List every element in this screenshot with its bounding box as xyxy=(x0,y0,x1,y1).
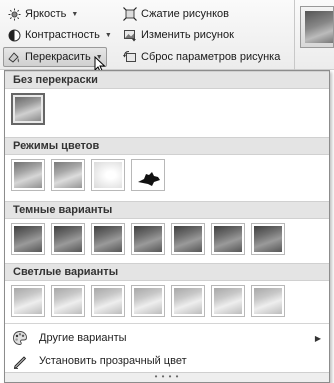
swatch-light-3[interactable] xyxy=(91,285,125,317)
swatch-light-6[interactable] xyxy=(211,285,245,317)
reset-picture-icon xyxy=(123,50,137,64)
swatch-dark-5[interactable] xyxy=(171,223,205,255)
change-picture-label: Изменить рисунок xyxy=(141,29,234,41)
more-variations-label: Другие варианты xyxy=(39,332,127,344)
recolor-button[interactable]: Перекрасить ▼ xyxy=(3,47,107,67)
brightness-label: Яркость xyxy=(25,8,67,20)
more-variations-item[interactable]: Другие варианты ▶ xyxy=(5,327,329,349)
swatch-light-2[interactable] xyxy=(51,285,85,317)
compress-label: Сжатие рисунков xyxy=(141,8,230,20)
brightness-button[interactable]: Яркость ▼ xyxy=(4,4,81,24)
swatch-dark-6[interactable] xyxy=(211,223,245,255)
contrast-label: Контрастность xyxy=(25,29,100,41)
change-picture-button[interactable]: Изменить рисунок xyxy=(120,25,237,45)
color-modes-row xyxy=(11,159,165,191)
menu-divider xyxy=(5,323,329,324)
pen-icon xyxy=(11,352,29,370)
submenu-arrow-icon: ▶ xyxy=(314,333,321,343)
compress-pictures-button[interactable]: Сжатие рисунков xyxy=(120,4,232,24)
reset-picture-button[interactable]: Сброс параметров рисунка xyxy=(120,47,283,67)
compress-icon xyxy=(123,7,137,21)
no-recolor-row xyxy=(11,93,45,125)
swatch-dark-1[interactable] xyxy=(11,223,45,255)
change-picture-icon xyxy=(123,28,137,42)
swatch-light-4[interactable] xyxy=(131,285,165,317)
swatch-grayscale[interactable] xyxy=(11,159,45,191)
swatch-sepia[interactable] xyxy=(51,159,85,191)
set-transparent-color-item[interactable]: Установить прозрачный цвет xyxy=(5,350,329,372)
ribbon: Яркость ▼ Контрастность ▼ Перекрасить ▼ … xyxy=(0,0,334,70)
recolor-icon xyxy=(7,50,21,64)
recolor-label: Перекрасить xyxy=(25,51,91,63)
palette-icon xyxy=(11,329,29,347)
swatch-dark-3[interactable] xyxy=(91,223,125,255)
swatch-no-recolor[interactable] xyxy=(11,93,45,125)
reset-picture-label: Сброс параметров рисунка xyxy=(141,51,281,63)
swatch-light-7[interactable] xyxy=(251,285,285,317)
sun-icon xyxy=(7,7,21,21)
swatch-washout[interactable] xyxy=(91,159,125,191)
recolor-dropdown: Без перекраски Режимы цветов Темные вари… xyxy=(4,70,330,383)
swatch-dark-4[interactable] xyxy=(131,223,165,255)
section-color-modes: Режимы цветов xyxy=(5,137,329,155)
set-transparent-label: Установить прозрачный цвет xyxy=(39,355,187,367)
swatch-light-5[interactable] xyxy=(171,285,205,317)
contrast-button[interactable]: Контрастность ▼ xyxy=(4,25,115,45)
picture-style-thumbnail[interactable] xyxy=(300,6,334,48)
chevron-down-icon: ▼ xyxy=(71,10,79,18)
contrast-icon xyxy=(7,28,21,42)
section-no-recolor: Без перекраски xyxy=(5,71,329,89)
swatch-dark-2[interactable] xyxy=(51,223,85,255)
swatch-black-white[interactable] xyxy=(131,159,165,191)
section-dark-variations: Темные варианты xyxy=(5,201,329,219)
swatch-dark-7[interactable] xyxy=(251,223,285,255)
chevron-down-icon: ▼ xyxy=(104,31,112,39)
swatch-light-1[interactable] xyxy=(11,285,45,317)
light-variations-row xyxy=(11,285,285,317)
section-light-variations: Светлые варианты xyxy=(5,263,329,281)
dark-variations-row xyxy=(11,223,285,255)
ribbon-separator xyxy=(294,0,295,70)
resize-grip[interactable]: • • • • xyxy=(5,372,329,382)
